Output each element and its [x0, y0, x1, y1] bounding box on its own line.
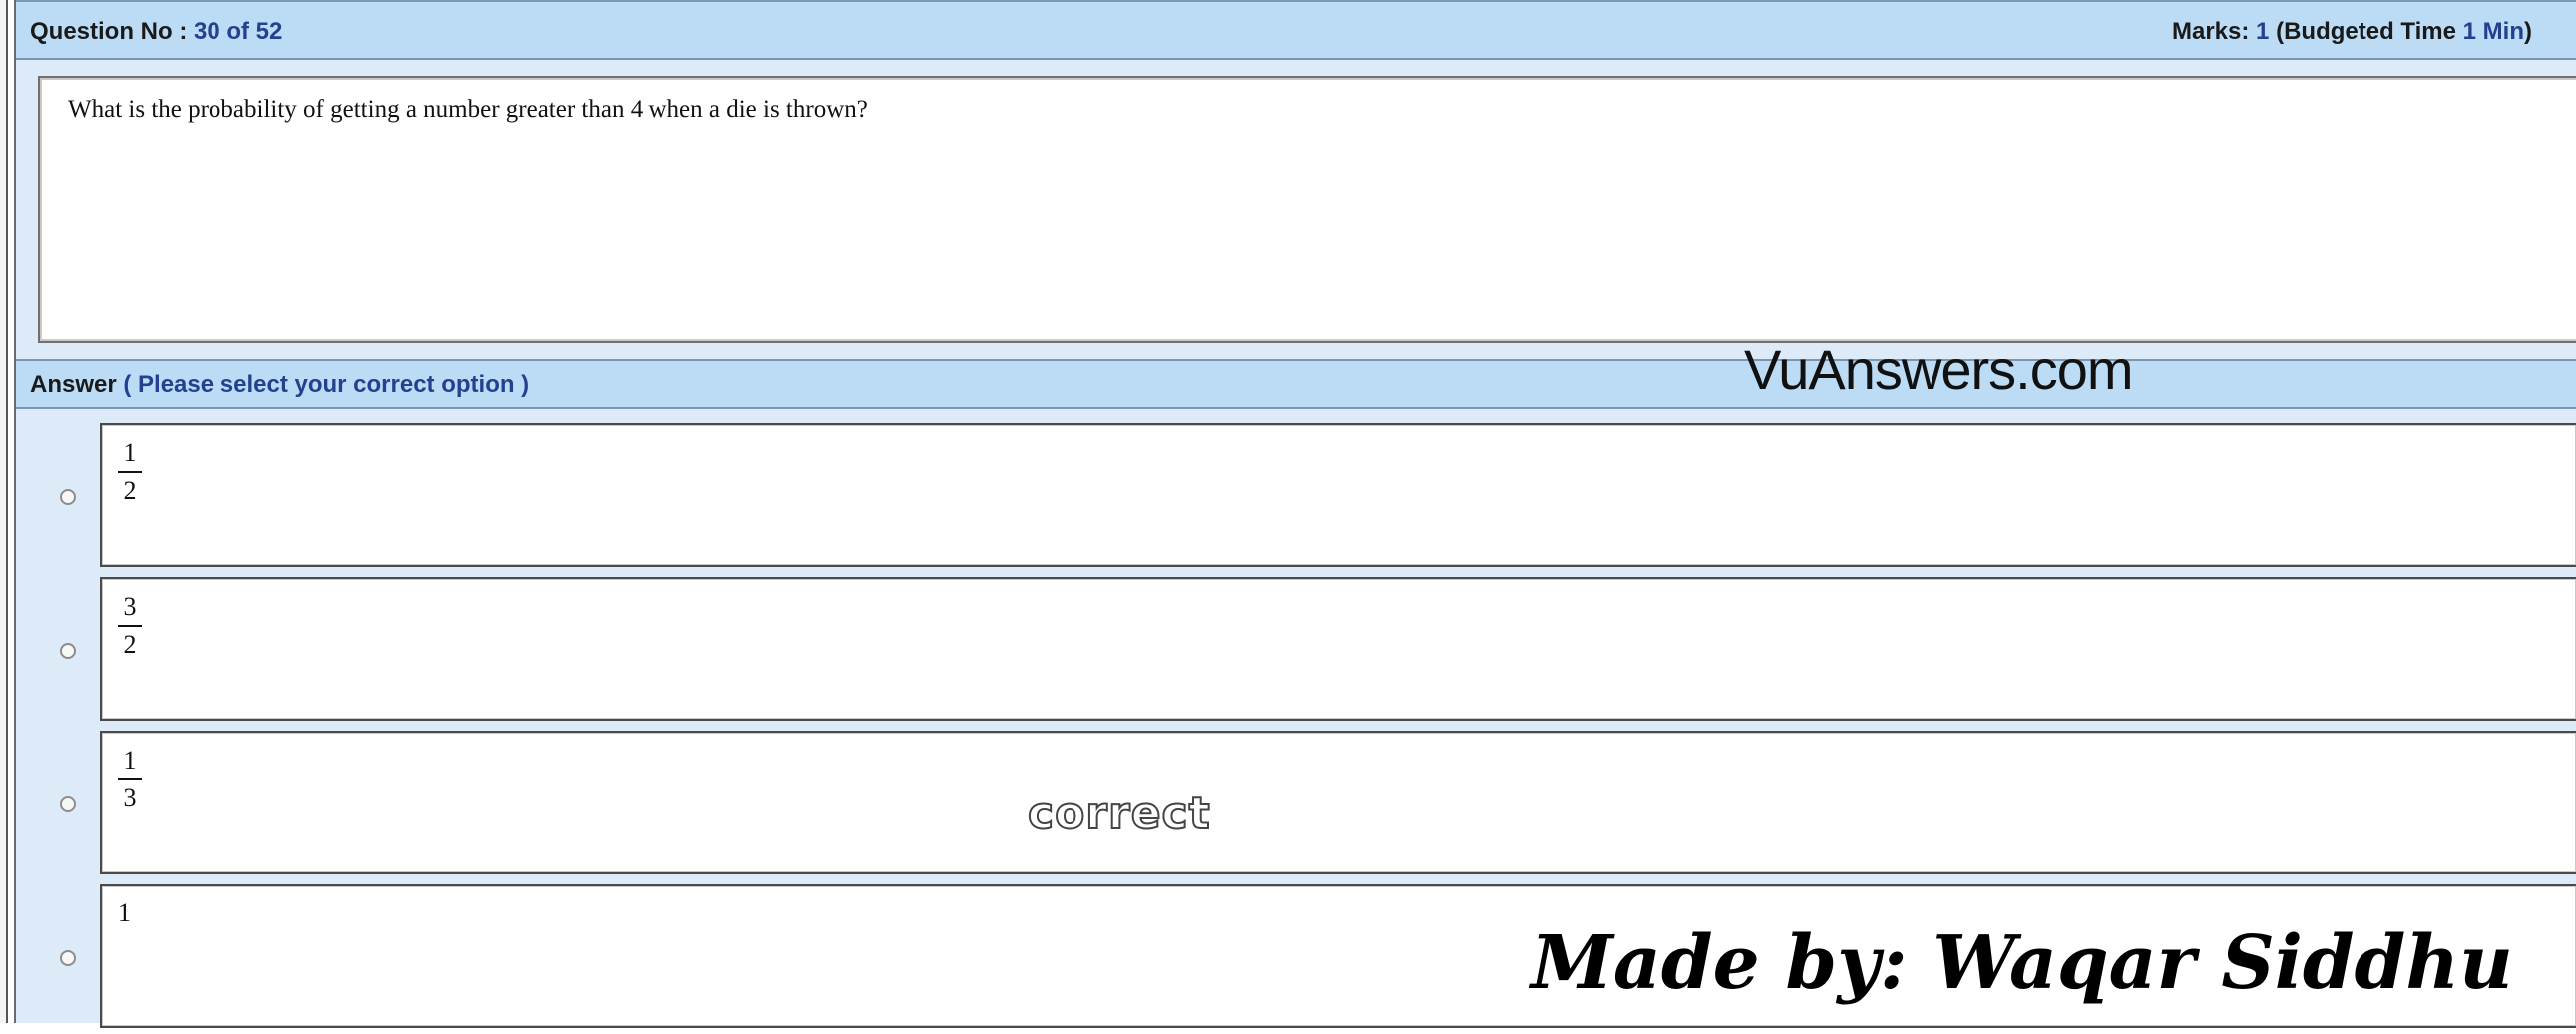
option-box-2[interactable]: 3 2 [100, 577, 2576, 721]
option-row-3: 1 3 [16, 731, 2576, 880]
question-header-bar: Question No : 30 of 52 Marks: 1 (Budgete… [16, 0, 2576, 60]
answer-label: Answer ( Please select your correct opti… [30, 371, 529, 399]
correct-annotation: correct [1027, 787, 1211, 840]
answer-hint: ( Please select your correct option ) [123, 371, 530, 398]
marks-info: Marks: 1 (Budgeted Time 1 Min) [2172, 18, 2532, 46]
question-box: What is the probability of getting a num… [38, 76, 2576, 343]
marks-label: Marks: [2172, 18, 2250, 45]
fraction-bar [118, 778, 142, 780]
fraction-bar [118, 625, 142, 627]
option-radio-4[interactable] [60, 950, 76, 966]
option-radio-3[interactable] [60, 796, 76, 812]
option-radio-2[interactable] [60, 643, 76, 659]
budget-label: (Budgeted Time [2276, 18, 2456, 45]
option-radio-1[interactable] [60, 489, 76, 505]
quiz-frame: Question No : 30 of 52 Marks: 1 (Budgete… [14, 0, 2576, 1028]
question-number: Question No : 30 of 52 [30, 18, 282, 46]
option-1-denominator: 2 [123, 476, 137, 505]
option-box-3[interactable]: 1 3 [100, 731, 2576, 874]
question-text: What is the probability of getting a num… [68, 96, 868, 123]
option-2-denominator: 2 [123, 630, 137, 659]
option-3-denominator: 3 [123, 783, 137, 812]
option-4-text: 1 [118, 898, 131, 927]
option-3-numerator: 1 [123, 746, 137, 775]
option-fraction-3: 1 3 [118, 747, 142, 812]
window-left-edge [0, 0, 8, 1023]
site-watermark: VuAnswers.com [1744, 338, 2133, 401]
option-row-1: 1 2 [16, 423, 2576, 573]
budget-value: 1 Min [2462, 18, 2524, 45]
option-fraction-1: 1 2 [118, 439, 142, 505]
option-fraction-2: 3 2 [118, 593, 142, 659]
credit-watermark: Made by: Waqar Siddhu [1531, 920, 2513, 1006]
option-2-numerator: 3 [123, 592, 137, 621]
answer-title: Answer [30, 371, 117, 398]
question-number-label: Question No : [30, 18, 188, 45]
option-box-1[interactable]: 1 2 [100, 423, 2576, 567]
option-row-2: 3 2 [16, 577, 2576, 727]
marks-value: 1 [2256, 18, 2270, 45]
question-number-value: 30 of 52 [194, 18, 283, 45]
fraction-bar [118, 471, 142, 473]
budget-close: ) [2524, 18, 2532, 45]
answer-header-bar: Answer ( Please select your correct opti… [16, 359, 2576, 409]
option-1-numerator: 1 [123, 438, 137, 467]
